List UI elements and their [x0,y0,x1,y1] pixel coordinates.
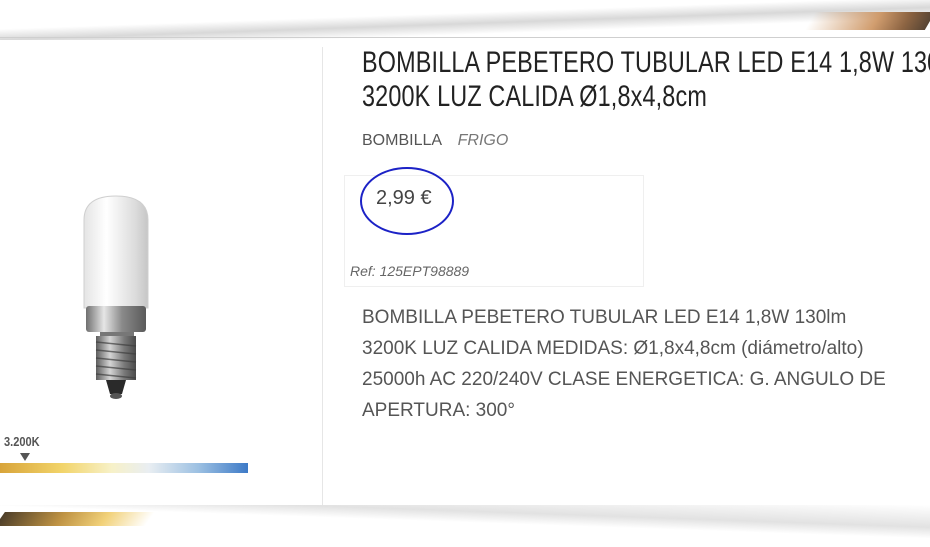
temperature-marker-icon [20,453,30,461]
column-divider [322,47,323,505]
product-title-line-2: 3200K LUZ CALIDA Ø1,8x4,8cm [362,80,707,113]
description-line: BOMBILLA PEBETERO TUBULAR LED E14 1,8W 1… [362,307,847,328]
price-highlight-circle [360,167,454,235]
product-title: BOMBILLA PEBETERO TUBULAR LED E14 1,8W 1… [362,46,930,114]
description-line: 25000h AC 220/240V CLASE ENERGETICA: G. … [362,369,886,390]
product-image [70,190,170,410]
product-reference: Ref: 125EPT98889 [350,263,470,279]
product-categories: BOMBILLA FRIGO [362,132,508,150]
product-title-line-1: BOMBILLA PEBETERO TUBULAR LED E14 1,8W 1… [362,46,930,79]
color-temperature-bar [0,463,248,473]
description-line: APERTURA: 300° [362,400,515,421]
frame-border-top [0,37,930,38]
product-description: BOMBILLA PEBETERO TUBULAR LED E14 1,8W 1… [362,302,930,426]
description-line: 3200K LUZ CALIDA MEDIDAS: Ø1,8x4,8cm (di… [362,338,864,359]
frame-decoration-top [804,12,930,30]
color-temperature-label: 3.200K [4,434,40,449]
category-link[interactable]: BOMBILLA [362,132,441,149]
page-frame-top [0,0,930,40]
frame-decoration-bottom [0,512,155,526]
subcategory-link[interactable]: FRIGO [458,132,509,149]
